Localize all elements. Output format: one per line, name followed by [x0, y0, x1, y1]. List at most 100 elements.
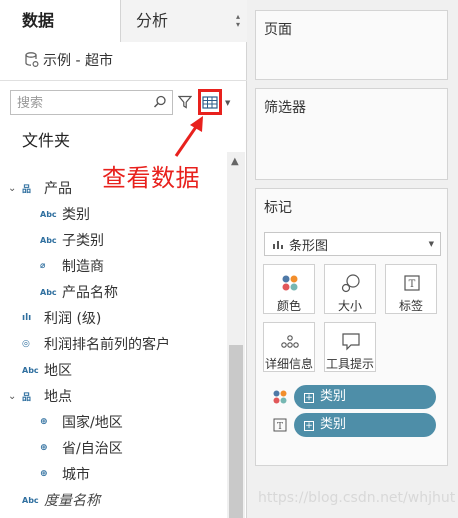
tab-data[interactable]: 数据: [0, 0, 121, 42]
expand-plus-icon[interactable]: +: [304, 393, 314, 403]
label-button[interactable]: T 标签: [385, 264, 437, 314]
search-icon[interactable]: [153, 95, 167, 109]
filters-shelf-title: 筛选器: [264, 100, 306, 116]
field-item[interactable]: ⊕ 国家/地区: [40, 410, 123, 434]
abc-icon: Abc: [40, 235, 57, 245]
text-label-icon: T: [404, 275, 420, 291]
field-label: 产品名称: [62, 285, 118, 301]
size-button[interactable]: 大小: [324, 264, 376, 314]
mark-type-label: 条形图: [289, 238, 329, 254]
hierarchy-icon: 品: [22, 184, 32, 195]
database-icon: [25, 52, 39, 68]
color-icon: [282, 275, 298, 291]
annotation-text: 查看数据: [102, 164, 200, 192]
chevron-down-icon[interactable]: ⌄: [8, 391, 16, 402]
bar-chart-icon: [273, 241, 283, 249]
field-item[interactable]: ⊕ 城市: [40, 462, 90, 486]
folder-label: 文件夹: [22, 131, 71, 150]
field-label: 利润 (级): [44, 311, 102, 327]
field-label: 省/自治区: [62, 441, 123, 457]
field-label: 度量名称: [44, 493, 100, 509]
field-item[interactable]: Abc 地区: [22, 358, 72, 382]
tab-arrows-icon[interactable]: ▴ ▾: [236, 13, 240, 29]
chevron-down-icon[interactable]: ⌄: [8, 183, 16, 194]
globe-icon: ⊕: [40, 469, 48, 479]
field-item[interactable]: ⌄ 品 产品: [8, 176, 72, 200]
field-item[interactable]: Abc 度量名称: [22, 488, 100, 512]
expand-plus-icon[interactable]: +: [304, 421, 314, 431]
text-label-icon: T: [273, 418, 287, 432]
category-pill[interactable]: + 类别: [294, 413, 436, 437]
tooltip-icon: [342, 333, 360, 351]
field-label: 地点: [44, 389, 72, 405]
tab-analysis[interactable]: 分析 ▴ ▾: [121, 0, 247, 42]
color-button[interactable]: 颜色: [263, 264, 315, 314]
field-item[interactable]: Abc 产品名称: [40, 280, 118, 304]
field-item[interactable]: ◎ 利润排名前列的客户: [22, 332, 170, 356]
pill-label: 类别: [320, 417, 347, 432]
watermark: https://blog.csdn.net/whjhut: [258, 490, 456, 506]
field-label: 城市: [62, 467, 90, 483]
view-data-dropdown-icon[interactable]: ▼: [225, 99, 230, 107]
field-label: 产品: [44, 181, 72, 197]
marks-pill-row: + 类别: [272, 385, 437, 409]
abc-icon: Abc: [22, 365, 39, 375]
paperclip-icon: ⌀: [40, 261, 46, 271]
field-item[interactable]: Abc 子类别: [40, 228, 104, 252]
search-box[interactable]: [10, 90, 173, 115]
divider: [0, 80, 247, 81]
detail-button-label: 详细信息: [264, 357, 313, 371]
field-label: 子类别: [62, 233, 104, 249]
abc-icon: Abc: [40, 209, 57, 219]
set-icon: ◎: [22, 339, 30, 349]
size-button-label: 大小: [337, 299, 362, 313]
color-legend-icon: [273, 390, 287, 404]
abc-icon: Abc: [22, 495, 39, 505]
pages-shelf[interactable]: 页面: [255, 10, 448, 80]
field-label: 地区: [44, 363, 72, 379]
marks-card-title: 标记: [264, 200, 292, 216]
tooltip-button[interactable]: 工具提示: [324, 322, 376, 372]
detail-button[interactable]: 详细信息: [263, 322, 315, 372]
pages-shelf-title: 页面: [264, 22, 292, 38]
scroll-up-icon[interactable]: ▲: [231, 156, 239, 167]
marks-card: 标记 条形图 ▼ 颜色 大小 T 标签 详细信息 工具提示 + 类别 T + 类…: [255, 188, 448, 466]
datasource-name: 示例 - 超市: [43, 53, 113, 69]
detail-icon: [281, 335, 299, 348]
field-item[interactable]: ⌀ 制造商: [40, 254, 104, 278]
field-label: 类别: [62, 207, 90, 223]
data-pane: 数据 分析 ▴▾ 示例 - 超市 ▼: [0, 0, 247, 518]
table-icon: [202, 96, 218, 109]
filters-shelf[interactable]: 筛选器: [255, 88, 448, 180]
svg-text:T: T: [409, 279, 416, 290]
tab-analysis-label: 分析: [136, 11, 169, 30]
filter-icon[interactable]: [178, 95, 192, 109]
field-label: 国家/地区: [62, 415, 123, 431]
color-button-label: 颜色: [276, 299, 301, 313]
abc-icon: Abc: [40, 287, 57, 297]
scroll-thumb[interactable]: [229, 345, 243, 518]
scrollbar[interactable]: ▲: [227, 152, 245, 518]
field-label: 利润排名前列的客户: [44, 337, 170, 353]
field-item[interactable]: ⊕ 省/自治区: [40, 436, 123, 460]
marks-pill-row: T + 类别: [272, 413, 437, 437]
size-icon: [341, 274, 360, 293]
field-label: 制造商: [62, 259, 104, 275]
field-item[interactable]: Abc 类别: [40, 202, 90, 226]
globe-icon: ⊕: [40, 443, 48, 453]
globe-icon: ⊕: [40, 417, 48, 427]
mark-type-select[interactable]: 条形图 ▼: [264, 232, 441, 256]
annotation-arrow-icon: [174, 116, 203, 157]
tooltip-button-label: 工具提示: [325, 357, 374, 371]
chevron-down-icon: ▼: [428, 240, 434, 248]
field-item[interactable]: ⌄ 品 地点: [8, 384, 72, 408]
datasource[interactable]: 示例 - 超市: [25, 50, 113, 70]
svg-text:T: T: [277, 422, 283, 432]
pane-tabs: 数据 分析 ▴ ▾: [0, 0, 247, 42]
label-button-label: 标签: [398, 299, 423, 313]
field-item[interactable]: ılı 利润 (级): [22, 306, 101, 330]
category-pill[interactable]: + 类别: [294, 385, 436, 409]
pill-label: 类别: [320, 389, 347, 404]
bin-icon: ılı: [22, 313, 32, 323]
search-input[interactable]: [17, 94, 147, 112]
